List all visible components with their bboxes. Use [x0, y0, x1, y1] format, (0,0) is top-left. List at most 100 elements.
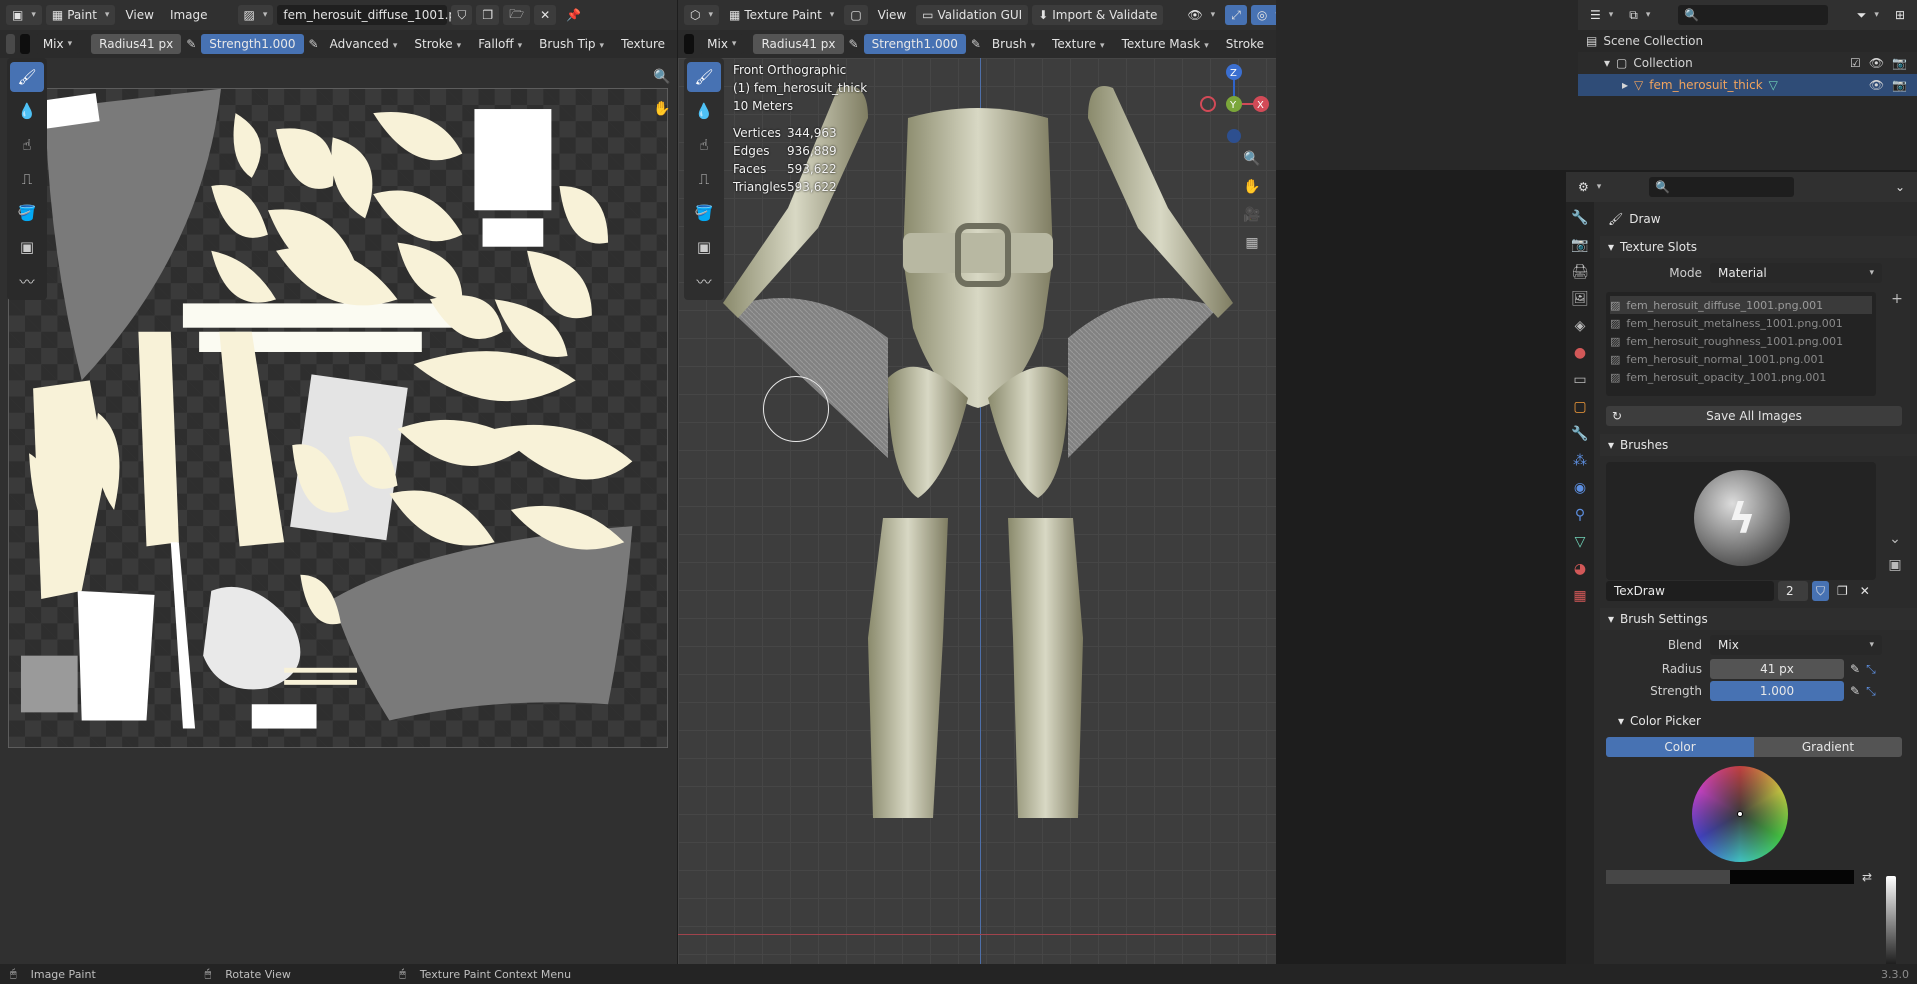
- expand-arrow-icon[interactable]: ▾: [1604, 56, 1610, 70]
- camera-icon[interactable]: 🎥: [1238, 202, 1266, 228]
- primary-color-field[interactable]: [1606, 870, 1730, 884]
- fill-icon[interactable]: 🪣: [10, 198, 44, 228]
- viewport-menu-view[interactable]: View: [872, 8, 912, 22]
- popover-brush-tip[interactable]: Brush Tip: [533, 37, 610, 51]
- gizmo-icon[interactable]: ⤢: [1225, 5, 1247, 25]
- brushes-panel-header[interactable]: ▾ Brushes: [1600, 434, 1917, 456]
- brush-preview[interactable]: ϟ: [1606, 462, 1876, 580]
- strength-pressure-icon[interactable]: ✎: [309, 37, 319, 51]
- view-layer-tab-icon[interactable]: 🖼: [1568, 287, 1592, 311]
- object-tab-icon[interactable]: ▢: [1568, 395, 1592, 419]
- strength-unit-icon[interactable]: ⤡: [1866, 684, 1876, 699]
- display-mode-button[interactable]: ⧉: [1623, 5, 1656, 25]
- value-slider[interactable]: [1886, 876, 1896, 976]
- outliner-editor-type-button[interactable]: ☰: [1584, 5, 1619, 25]
- navigation-gizmo[interactable]: Z Y X: [1198, 60, 1273, 145]
- image-browse-button[interactable]: ▨: [237, 5, 274, 25]
- render-tab-icon[interactable]: 📷: [1568, 233, 1592, 257]
- brush-browse-icon[interactable]: ▣: [1884, 554, 1906, 576]
- unlink-brush-icon[interactable]: ✕: [1856, 581, 1874, 601]
- secondary-color-field[interactable]: [1730, 870, 1854, 884]
- properties-editor-type-button[interactable]: ⚙: [1572, 177, 1607, 197]
- viewport-popover-texture[interactable]: Texture: [1046, 37, 1110, 51]
- zoom-icon[interactable]: 🔍: [648, 64, 676, 90]
- viewport-primary-color-swatch[interactable]: [684, 34, 695, 54]
- brush-settings-panel-header[interactable]: ▾ Brush Settings: [1600, 608, 1917, 630]
- particles-tab-icon[interactable]: ⁂: [1568, 449, 1592, 473]
- fake-user-icon[interactable]: ⛉: [451, 5, 473, 25]
- expand-arrow-icon[interactable]: ▸: [1622, 78, 1628, 92]
- brush-radius-field[interactable]: 41 px: [1710, 659, 1844, 679]
- popover-advanced[interactable]: Advanced: [324, 37, 404, 51]
- texture-slot-item[interactable]: ▨ fem_herosuit_diffuse_1001.png.001: [1610, 296, 1872, 314]
- eye-icon[interactable]: 👁: [1869, 56, 1884, 70]
- viewport-overlay-icon[interactable]: ◎: [1250, 5, 1276, 25]
- texture-tab-icon[interactable]: ▦: [1568, 584, 1592, 608]
- filter-icon[interactable]: ⏷: [1851, 5, 1885, 25]
- soften-icon[interactable]: 💧: [10, 96, 44, 126]
- constraints-tab-icon[interactable]: ⚲: [1568, 503, 1592, 527]
- open-image-icon[interactable]: 🗁: [503, 5, 531, 25]
- eye-icon[interactable]: 👁: [1869, 78, 1884, 92]
- viewport-annotate-icon[interactable]: 〰: [687, 266, 721, 296]
- primary-color-swatch[interactable]: [6, 34, 16, 54]
- image-canvas[interactable]: [8, 88, 668, 748]
- new-collection-icon[interactable]: ⊞: [1889, 5, 1911, 25]
- properties-search-field[interactable]: 🔍: [1649, 177, 1795, 197]
- secondary-color-swatch[interactable]: [20, 34, 30, 54]
- duplicate-brush-icon[interactable]: ❐: [1833, 581, 1852, 601]
- save-all-images-button[interactable]: ↻ Save All Images: [1606, 406, 1902, 426]
- clone-icon[interactable]: ⎍: [10, 164, 44, 194]
- world-tab-icon[interactable]: ●: [1568, 341, 1592, 365]
- pin-icon[interactable]: 📌: [560, 5, 587, 25]
- color-wheel[interactable]: [1692, 766, 1788, 862]
- strength-field[interactable]: Strength 1.000: [201, 34, 304, 54]
- paint-mask-toggle[interactable]: ▢: [844, 5, 868, 25]
- pan-hand-icon[interactable]: ✋: [648, 96, 676, 122]
- texture-slot-item[interactable]: ▨ fem_herosuit_normal_1001.png.001: [1610, 350, 1872, 368]
- smear-icon[interactable]: ☝: [10, 130, 44, 160]
- draw-brush-icon[interactable]: 🖌: [10, 62, 44, 92]
- import-validate-button[interactable]: ⬇ Import & Validate: [1032, 5, 1164, 25]
- mask-icon[interactable]: ▣: [10, 232, 44, 262]
- outliner-row-scene-collection[interactable]: ▤ Scene Collection: [1578, 30, 1917, 52]
- popover-texture[interactable]: Texture: [615, 37, 671, 51]
- viewport-mask-icon[interactable]: ▣: [687, 232, 721, 262]
- visibility-icon[interactable]: 👁: [1181, 5, 1221, 25]
- viewport-popover-stroke[interactable]: Stroke: [1220, 37, 1270, 51]
- scene-tab-icon[interactable]: ◈: [1568, 314, 1592, 338]
- pan-hand-icon[interactable]: ✋: [1238, 174, 1266, 200]
- viewport-radius-field[interactable]: Radius 41 px: [753, 34, 844, 54]
- color-picker-panel-header[interactable]: ▾ Color Picker: [1600, 710, 1917, 732]
- brush-list-dropdown-icon[interactable]: ⌄: [1884, 528, 1906, 550]
- unlink-icon[interactable]: ✕: [534, 5, 557, 25]
- viewport-draw-brush-icon[interactable]: 🖌: [687, 62, 721, 92]
- viewport-strength-field[interactable]: Strength 1.000: [863, 34, 966, 54]
- camera-render-icon[interactable]: 📷: [1892, 56, 1907, 70]
- viewport-blend-dropdown[interactable]: Mix: [699, 34, 745, 54]
- mode-dropdown[interactable]: ▦ Paint: [45, 5, 116, 25]
- editor-type-button[interactable]: ▣: [6, 5, 42, 25]
- viewport-editor-type-button[interactable]: ⬡: [684, 5, 720, 25]
- data-tab-icon[interactable]: ▽: [1568, 530, 1592, 554]
- menu-view[interactable]: View: [119, 8, 159, 22]
- new-image-icon[interactable]: ❐: [476, 5, 500, 25]
- viewport-popover-texture-mask[interactable]: Texture Mask: [1116, 37, 1215, 51]
- fake-user-icon[interactable]: ⛉: [1812, 581, 1830, 601]
- texture-slot-item[interactable]: ▨ fem_herosuit_opacity_1001.png.001: [1610, 368, 1872, 386]
- blend-dropdown[interactable]: Mix: [34, 34, 81, 54]
- texture-slot-item[interactable]: ▨ fem_herosuit_metalness_1001.png.001: [1610, 314, 1872, 332]
- grid-view-icon[interactable]: ▦: [1238, 230, 1266, 256]
- mode-dropdown[interactable]: Material: [1710, 263, 1882, 283]
- brush-blend-dropdown[interactable]: Mix: [1710, 635, 1882, 655]
- texture-slots-panel-header[interactable]: ▾ Texture Slots: [1600, 236, 1917, 258]
- brush-strength-field[interactable]: 1.000: [1710, 681, 1844, 701]
- annotate-icon[interactable]: 〰: [10, 266, 44, 296]
- tab-gradient[interactable]: Gradient: [1754, 737, 1902, 757]
- outliner-search-field[interactable]: 🔍: [1678, 5, 1829, 25]
- pressure-icon[interactable]: ✎: [186, 37, 196, 51]
- popover-stroke[interactable]: Stroke: [408, 37, 467, 51]
- output-tab-icon[interactable]: 🖨: [1568, 260, 1592, 284]
- outliner-row-object[interactable]: ▸ ▽ fem_herosuit_thick ▽ 👁 📷: [1578, 74, 1917, 96]
- popover-falloff[interactable]: Falloff: [472, 37, 528, 51]
